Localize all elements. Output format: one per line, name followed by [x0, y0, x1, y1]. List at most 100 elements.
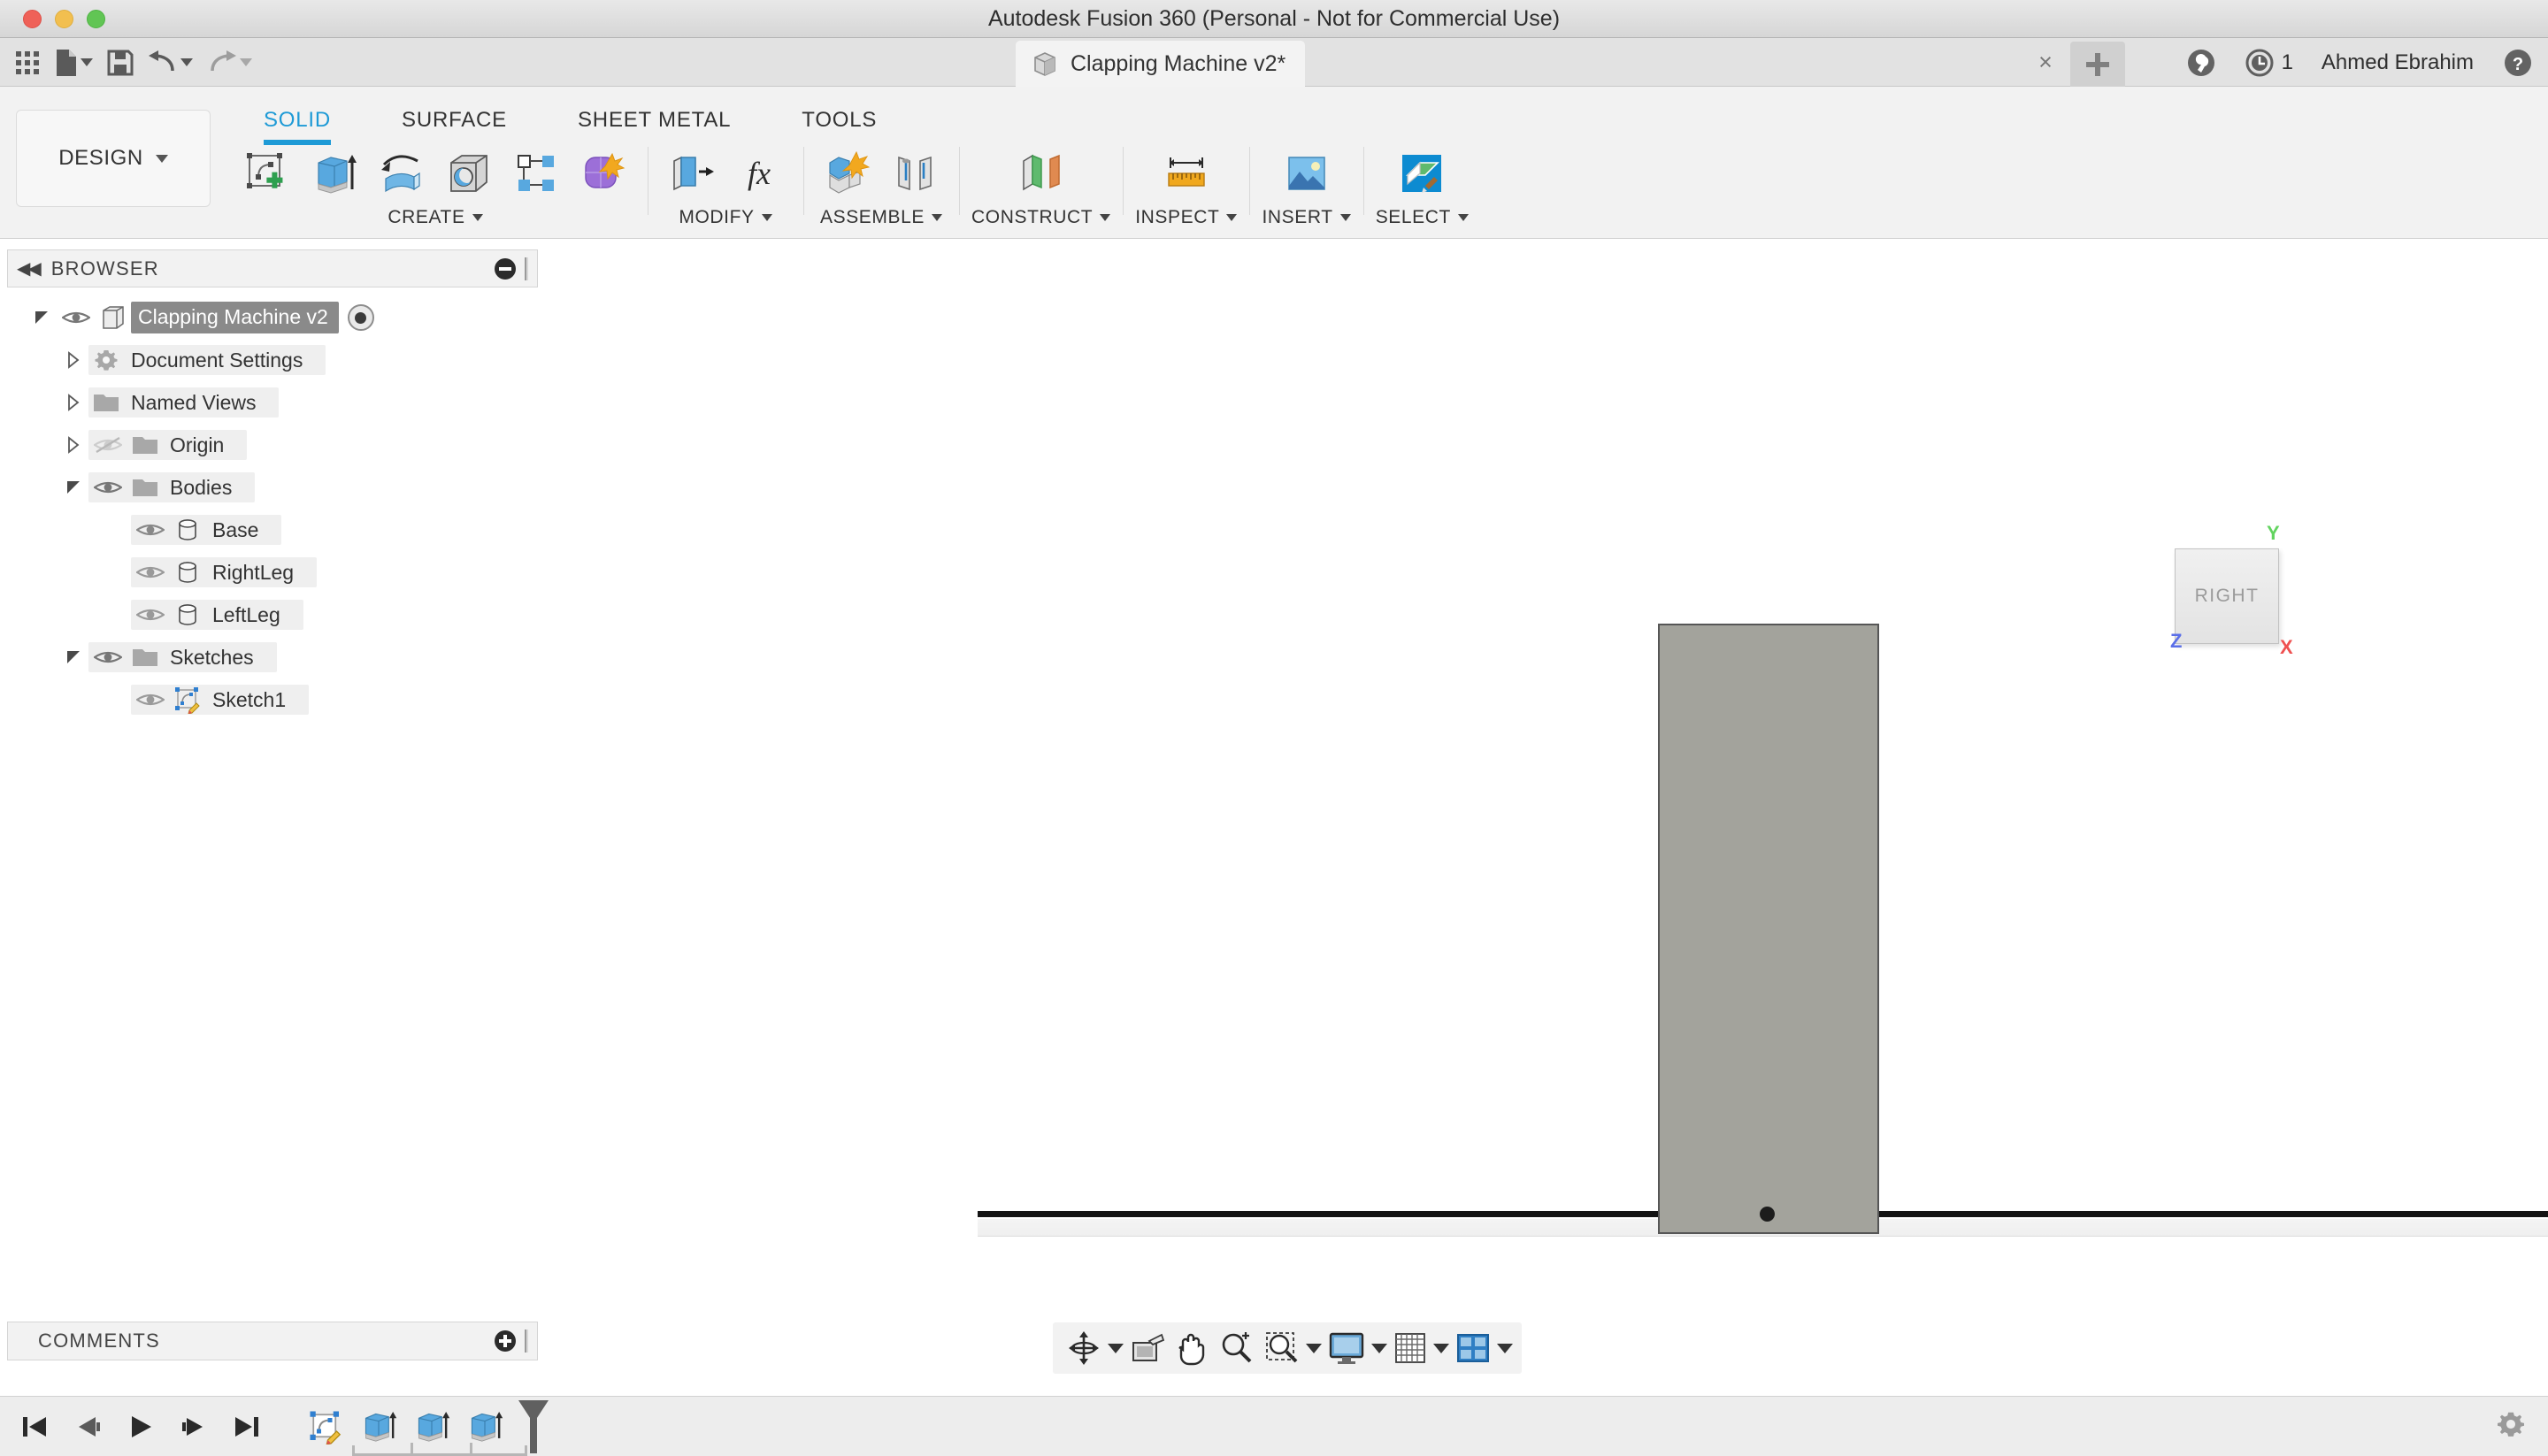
new-component-button[interactable] — [816, 142, 879, 204]
measure-button[interactable] — [1155, 142, 1218, 204]
visibility-toggle[interactable] — [131, 690, 170, 709]
twisty-closed-icon[interactable] — [58, 351, 88, 369]
tree-node-base[interactable]: Base — [7, 509, 538, 551]
joint-button[interactable] — [883, 142, 947, 204]
step-forward-button[interactable] — [172, 1404, 216, 1450]
twisty-open-icon[interactable] — [58, 479, 88, 495]
app-grid-button[interactable] — [9, 42, 46, 83]
undo-button[interactable] — [142, 42, 198, 83]
timeline-sketch1-feature[interactable] — [303, 1404, 349, 1450]
hole-button[interactable] — [437, 142, 501, 204]
browser-resize-handle[interactable] — [525, 257, 528, 280]
add-comment-button[interactable] — [495, 1330, 516, 1352]
step-back-button[interactable] — [65, 1404, 110, 1450]
tree-node-named-views[interactable]: Named Views — [7, 381, 538, 424]
3d-viewport[interactable]: RIGHT Y Z X — [538, 249, 2548, 1311]
fit-button[interactable] — [1260, 1327, 1304, 1369]
notifications-button[interactable]: 1 — [2230, 38, 2307, 87]
tree-node-leftleg[interactable]: LeftLeg — [7, 594, 538, 636]
new-file-caret-icon[interactable] — [81, 58, 93, 66]
new-tab-button[interactable] — [2070, 42, 2125, 87]
tree-node-sketches[interactable]: Sketches — [7, 636, 538, 678]
comments-resize-handle[interactable] — [525, 1330, 528, 1353]
revolve-button[interactable] — [370, 142, 434, 204]
view-cube[interactable]: RIGHT — [2175, 548, 2279, 644]
visibility-toggle[interactable] — [131, 520, 170, 540]
timeline-extrude2-feature[interactable] — [409, 1404, 455, 1450]
timeline-extrude3-feature[interactable] — [462, 1404, 508, 1450]
extrude-button[interactable] — [303, 142, 366, 204]
play-button[interactable] — [119, 1404, 163, 1450]
new-file-button[interactable] — [50, 42, 98, 83]
tab-surface[interactable]: SURFACE — [366, 99, 542, 145]
pan-button[interactable] — [1171, 1327, 1212, 1369]
undo-caret-icon[interactable] — [180, 58, 193, 66]
model-body[interactable] — [1658, 624, 1879, 1234]
ribbon-group-select-label[interactable]: SELECT — [1376, 207, 1469, 228]
close-tab-button[interactable]: × — [2033, 50, 2058, 75]
gear-icon — [88, 347, 124, 373]
tree-node-origin[interactable]: Origin — [7, 424, 538, 466]
offset-plane-button[interactable] — [1009, 142, 1073, 204]
press-pull-button[interactable] — [660, 142, 724, 204]
ribbon-group-create-label[interactable]: CREATE — [388, 207, 483, 228]
visibility-toggle[interactable] — [57, 308, 96, 327]
visibility-toggle[interactable] — [88, 648, 127, 667]
select-button[interactable] — [1390, 142, 1454, 204]
display-settings-button[interactable] — [1324, 1327, 1370, 1369]
zoom-button[interactable] — [1214, 1327, 1258, 1369]
visibility-toggle[interactable] — [88, 478, 127, 497]
document-tab[interactable]: Clapping Machine v2* — [1016, 41, 1306, 87]
tab-tools[interactable]: TOOLS — [766, 99, 912, 145]
change-parameters-button[interactable]: fx — [727, 142, 791, 204]
create-sketch-button[interactable] — [235, 142, 299, 204]
help-button[interactable]: ? — [2488, 38, 2548, 87]
user-account-button[interactable]: Ahmed Ebrahim — [2307, 38, 2488, 87]
timeline-marker[interactable] — [518, 1399, 549, 1453]
visibility-toggle[interactable] — [88, 435, 127, 455]
insert-image-button[interactable] — [1275, 142, 1339, 204]
visibility-toggle[interactable] — [131, 605, 170, 625]
go-to-beginning-button[interactable] — [12, 1404, 57, 1450]
display-settings-caret-icon[interactable] — [1371, 1343, 1387, 1353]
pattern-button[interactable] — [504, 142, 568, 204]
collapse-all-button[interactable] — [495, 257, 516, 280]
twisty-closed-icon[interactable] — [58, 394, 88, 411]
orbit-caret-icon[interactable] — [1108, 1343, 1124, 1353]
look-at-button[interactable] — [1125, 1327, 1170, 1369]
create-form-button[interactable] — [572, 142, 635, 204]
tree-node-sketch1[interactable]: Sketch1 — [7, 678, 538, 721]
triangle-open-icon — [67, 651, 80, 663]
tree-node-bodies[interactable]: Bodies — [7, 466, 538, 509]
collapse-browser-button[interactable]: ◀◀ — [17, 257, 42, 280]
redo-caret-icon[interactable] — [240, 58, 252, 66]
twisty-open-icon[interactable] — [27, 310, 57, 326]
fit-caret-icon[interactable] — [1306, 1343, 1322, 1353]
tree-node-rightleg[interactable]: RightLeg — [7, 551, 538, 594]
grid-settings-button[interactable] — [1389, 1327, 1431, 1369]
twisty-open-icon[interactable] — [58, 649, 88, 665]
save-button[interactable] — [102, 42, 139, 83]
viewports-caret-icon[interactable] — [1497, 1343, 1513, 1353]
tree-node-clapping-machine-v2[interactable]: Clapping Machine v2 — [7, 296, 538, 339]
ribbon-group-construct-label[interactable]: CONSTRUCT — [971, 207, 1111, 228]
timeline-extrude1-feature[interactable] — [356, 1404, 402, 1450]
redo-button[interactable] — [202, 42, 257, 83]
orbit-button[interactable] — [1062, 1327, 1106, 1369]
tree-node-document-settings[interactable]: Document Settings — [7, 339, 538, 381]
viewports-button[interactable] — [1451, 1327, 1495, 1369]
ribbon-group-modify-label[interactable]: MODIFY — [679, 207, 772, 228]
go-to-end-button[interactable] — [225, 1404, 269, 1450]
ribbon-group-insert-label[interactable]: INSERT — [1262, 207, 1351, 228]
activate-component-radio[interactable] — [347, 304, 374, 331]
visibility-toggle[interactable] — [131, 563, 170, 582]
grid-settings-caret-icon[interactable] — [1433, 1343, 1449, 1353]
job-status-button[interactable] — [2172, 38, 2230, 87]
workspace-selector[interactable]: DESIGN — [16, 110, 211, 207]
tab-solid[interactable]: SOLID — [228, 99, 366, 145]
tab-sheet-metal[interactable]: SHEET METAL — [542, 99, 766, 145]
ribbon-group-assemble-label[interactable]: ASSEMBLE — [820, 207, 942, 228]
twisty-closed-icon[interactable] — [58, 436, 88, 454]
timeline-settings-button[interactable] — [2495, 1408, 2527, 1445]
ribbon-group-inspect-label[interactable]: INSPECT — [1135, 207, 1238, 228]
